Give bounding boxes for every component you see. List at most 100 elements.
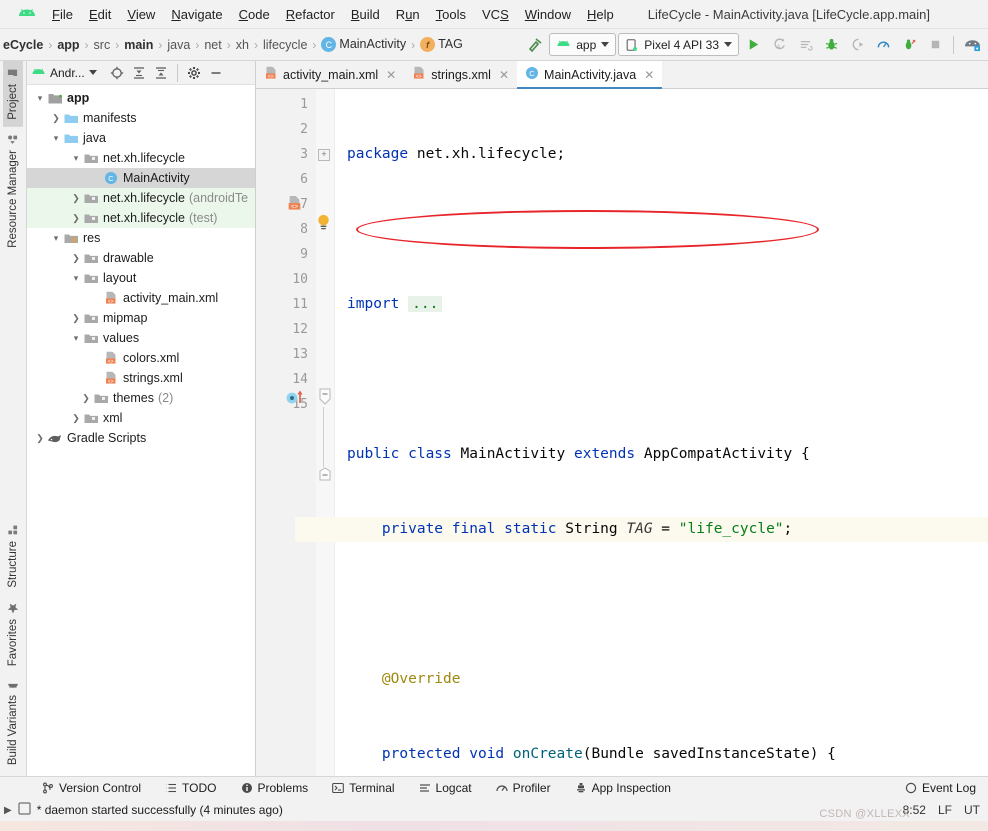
menu-item-refactor[interactable]: Refactor [278,4,343,25]
editor-tab-mainactivity-java[interactable]: C MainActivity.java ✕ [517,61,663,89]
menu-item-navigate[interactable]: Navigate [163,4,230,25]
menu-item-vcs[interactable]: VCS [474,4,517,25]
editor-tab-activity-main-xml[interactable]: <> activity_main.xml ✕ [256,61,405,88]
sidebar-tab-build-variants[interactable]: Build Variants [3,673,23,772]
layout-preview-marker[interactable]: <> [286,195,303,216]
chevron-right-icon[interactable]: ❯ [69,253,83,264]
avd-manager-icon[interactable] [960,33,984,57]
bottom-tab-problems[interactable]: Problems [229,781,321,795]
bottom-tab-todo[interactable]: TODO [153,781,228,795]
fold-expand-import-icon[interactable]: + [318,149,330,161]
breadcrumb-item-net[interactable]: net [203,38,222,52]
device-selector[interactable]: Pixel 4 API 33 [618,33,739,56]
chevron-right-icon[interactable]: ❯ [69,193,83,204]
chevron-right-icon[interactable]: ❯ [49,113,63,124]
sidebar-tab-structure[interactable]: Structure [3,518,23,595]
breadcrumb-item-app[interactable]: app [56,38,80,52]
breadcrumb-item-src[interactable]: src [93,38,112,52]
tree-row-manifests[interactable]: ❯ manifests [27,108,255,128]
status-encoding[interactable]: UT [964,803,980,817]
tree-row-colors-xml[interactable]: <> colors.xml [27,348,255,368]
menu-item-view[interactable]: View [119,4,163,25]
expand-all-icon[interactable] [129,63,149,83]
attach-debugger-button[interactable] [845,33,869,57]
breadcrumb-item-lifecycle[interactable]: lifecycle [262,38,308,52]
breadcrumb-item-main[interactable]: main [123,38,154,52]
override-method-marker[interactable] [286,388,306,409]
tree-row-themes[interactable]: ❯ themes (2) [27,388,255,408]
profiler-button[interactable] [871,33,895,57]
tree-row-drawable[interactable]: ❯ drawable [27,248,255,268]
hammer-icon[interactable] [523,33,547,57]
tree-row-values[interactable]: ▾ values [27,328,255,348]
menu-item-build[interactable]: Build [343,4,388,25]
tree-row-xml[interactable]: ❯ xml [27,408,255,428]
code-editor[interactable]: 1 2 3 6 7 8 9 10 11 12 13 14 15 <> + pac… [256,89,988,776]
code-text[interactable]: package net.xh.lifecycle; import ... pub… [295,89,988,776]
breadcrumb-item-tag[interactable]: f TAG [419,37,464,53]
bottom-tab-logcat[interactable]: Logcat [407,781,484,795]
sidebar-tab-project[interactable]: Project [3,61,23,127]
lightbulb-intention-icon[interactable] [315,213,332,235]
run-with-coverage-button[interactable] [897,33,921,57]
debug-button[interactable] [819,33,843,57]
run-button[interactable] [741,33,765,57]
breadcrumb-item-mainactivity[interactable]: C MainActivity [320,37,407,53]
chevron-down-icon[interactable]: ▾ [49,133,63,144]
close-icon[interactable]: ✕ [386,68,396,82]
editor-gutter[interactable]: 1 2 3 6 7 8 9 10 11 12 13 14 15 <> [256,89,316,776]
sidebar-tab-favorites[interactable]: Favorites [3,595,23,673]
chevron-down-icon[interactable]: ▾ [69,273,83,284]
chevron-right-icon[interactable]: ❯ [69,413,83,424]
bottom-tab-profiler[interactable]: Profiler [484,781,563,795]
editor-fold-column[interactable]: + [316,89,335,776]
bottom-tab-version-control[interactable]: Version Control [30,781,153,795]
tree-row-java[interactable]: ▾ java [27,128,255,148]
project-view-selector-label[interactable]: Andr... [50,66,85,80]
apply-changes-button[interactable]: A [767,33,791,57]
bottom-tab-event-log[interactable]: Event Log [893,781,988,795]
chevron-right-icon[interactable]: ❯ [33,433,47,444]
menu-item-window[interactable]: Window [517,4,579,25]
bottom-tab-app-inspection[interactable]: App Inspection [563,781,683,795]
tree-row-package-main[interactable]: ▾ net.xh.lifecycle [27,148,255,168]
chevron-down-icon[interactable]: ▾ [69,333,83,344]
tree-row-mipmap[interactable]: ❯ mipmap [27,308,255,328]
settings-gear-icon[interactable] [184,63,204,83]
fold-collapse-end-icon[interactable] [318,467,332,484]
tree-row-strings-xml[interactable]: <> strings.xml [27,368,255,388]
tree-row-package-test[interactable]: ❯ net.xh.lifecycle (test) [27,208,255,228]
apply-code-changes-button[interactable] [793,33,817,57]
tree-row-mainactivity[interactable]: C MainActivity [27,168,255,188]
chevron-down-icon[interactable]: ▾ [33,93,47,104]
tree-row-package-androidtest[interactable]: ❯ net.xh.lifecycle (androidTe [27,188,255,208]
chevron-down-icon[interactable] [88,70,97,75]
tree-row-gradle-scripts[interactable]: ❯ Gradle Scripts [27,428,255,448]
menu-item-edit[interactable]: Edit [81,4,119,25]
expand-arrow-icon[interactable]: ▶ [4,805,12,816]
run-configuration-selector[interactable]: app [549,33,617,56]
chevron-right-icon[interactable]: ❯ [79,393,93,404]
sidebar-tab-resource-manager[interactable]: Resource Manager [3,127,23,255]
status-line-separator[interactable]: LF [938,803,952,817]
breadcrumb-item-xh[interactable]: xh [235,38,250,52]
tree-row-layout[interactable]: ▾ layout [27,268,255,288]
chevron-right-icon[interactable]: ❯ [69,313,83,324]
stop-button[interactable] [923,33,947,57]
menu-item-run[interactable]: Run [388,4,428,25]
bottom-tab-terminal[interactable]: Terminal [320,781,406,795]
close-icon[interactable]: ✕ [499,68,509,82]
menu-item-help[interactable]: Help [579,4,622,25]
collapse-all-icon[interactable] [151,63,171,83]
breadcrumb-item-project[interactable]: eCycle [2,38,44,52]
menu-item-file[interactable]: File [44,4,81,25]
tree-row-app[interactable]: ▾ app [27,88,255,108]
hide-panel-icon[interactable] [206,63,226,83]
chevron-down-icon[interactable]: ▾ [69,153,83,164]
chevron-right-icon[interactable]: ❯ [69,213,83,224]
menu-item-tools[interactable]: Tools [428,4,474,25]
menu-item-code[interactable]: Code [231,4,278,25]
tree-row-res[interactable]: ▾ res [27,228,255,248]
select-opened-file-icon[interactable] [107,63,127,83]
chevron-down-icon[interactable]: ▾ [49,233,63,244]
